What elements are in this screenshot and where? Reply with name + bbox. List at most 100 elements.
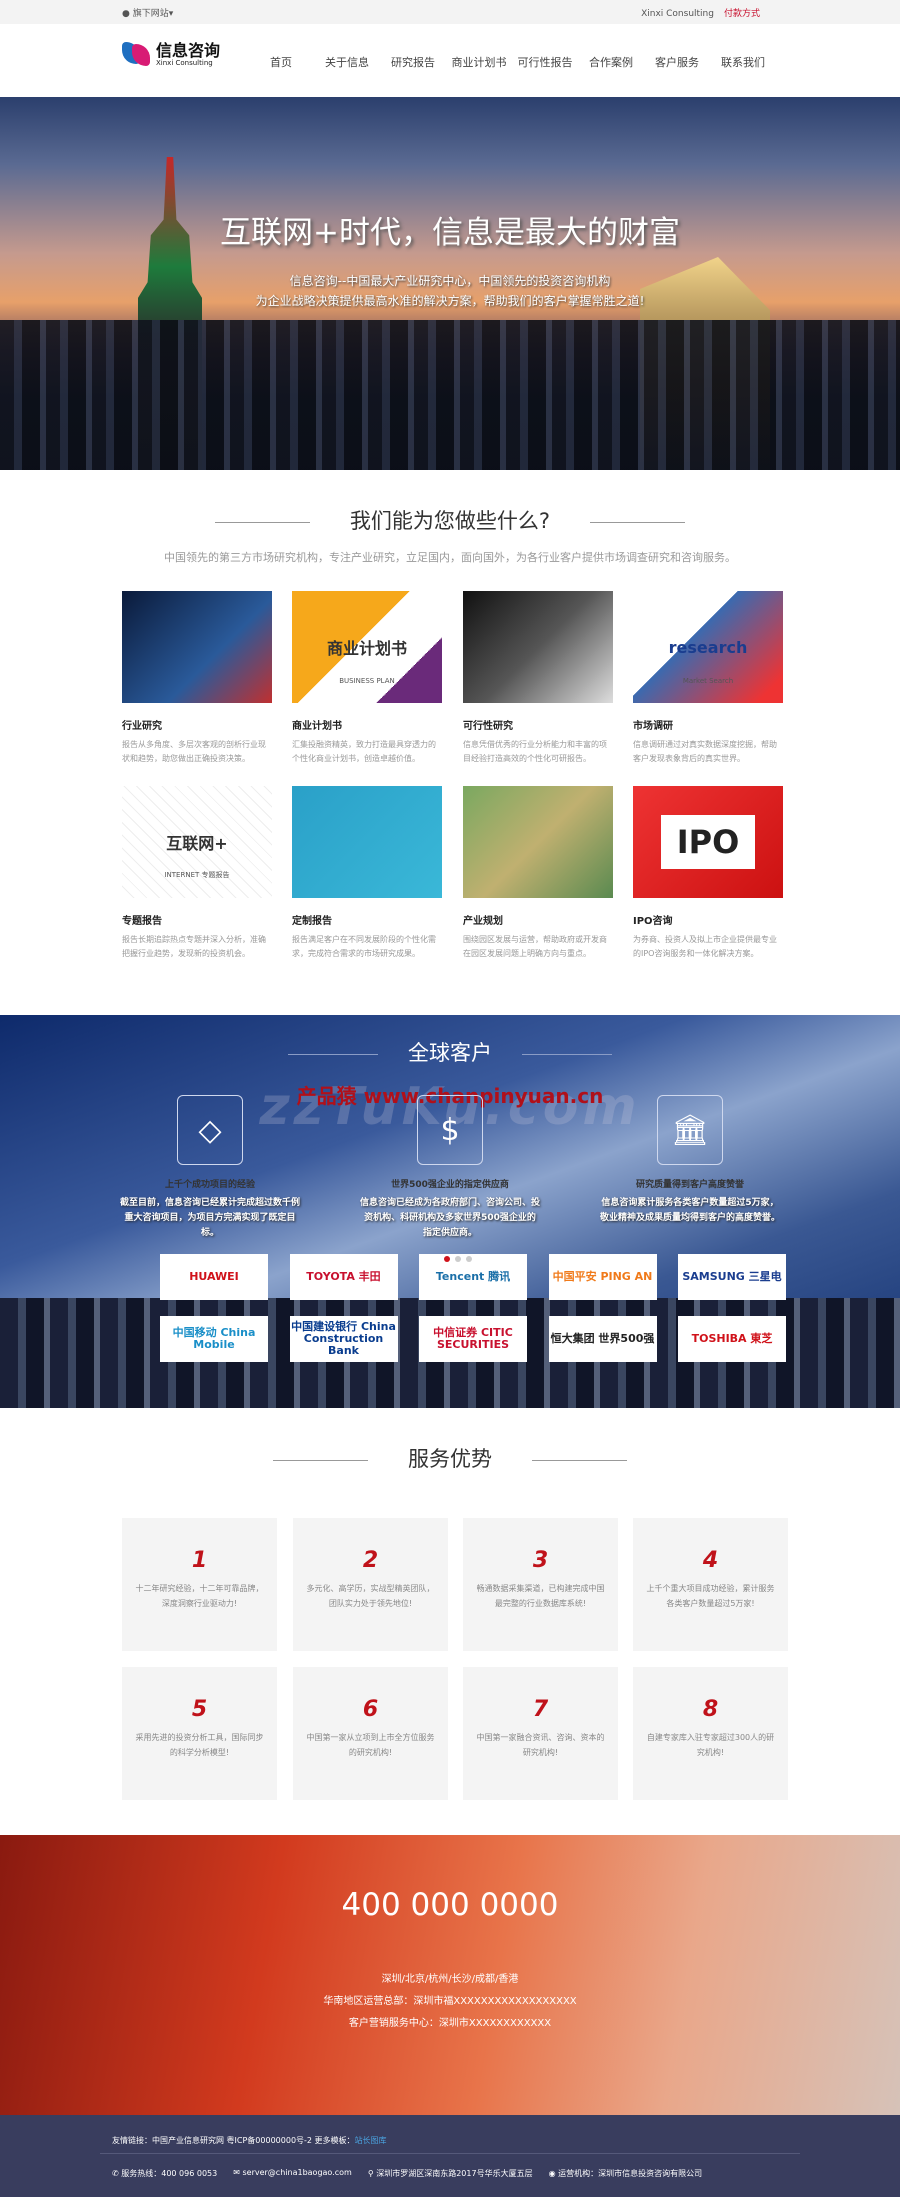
payment-link[interactable]: 付款方式 (724, 9, 760, 19)
friend-links-label: 友情链接：中国产业信息研究网 粤ICP备00000000号-2 更多模板： (112, 2136, 355, 2145)
client-feature: 🏛 研究质量得到客户高度赞誉 信息咨询累计服务各类客户数量超过5万家，敬业精神及成果… (580, 1095, 800, 1226)
hero-banner: 互联网+时代，信息是最大的财富 信息咨询--中国最大产业研究中心，中国领先的投资… (0, 97, 900, 470)
client-logo: Tencent 腾讯 (419, 1254, 527, 1300)
advantage-desc: 自建专家库入驻专家超过300人的研究机构! (646, 1733, 775, 1757)
service-title[interactable]: IPO咨询 (633, 912, 783, 927)
diamond-icon: ◇ (177, 1095, 243, 1165)
advantage-desc: 畅通数据采集渠道，已构建完成中国最完整的行业数据库系统! (476, 1584, 605, 1608)
advantage-number: 7 (532, 1697, 549, 1722)
client-logo: 中国建设银行 China Construction Bank (289, 1316, 398, 1362)
hq-address: 华南地区运营总部：深圳市福XXXXXXXXXXXXXXXXXX (323, 1996, 577, 2007)
brand-en-link[interactable]: Xinxi Consulting (641, 9, 714, 19)
service-desc: 信息凭借优秀的行业分析能力和丰富的项目经验打造高效的个性化可研报告。 (463, 740, 607, 763)
client-logo: HUAWEI (160, 1254, 268, 1300)
carousel-dot[interactable] (466, 1256, 472, 1262)
client-logo: 中国移动 China Mobile (160, 1316, 268, 1362)
sites-dropdown[interactable]: ● 旗下网站▾ (122, 6, 173, 19)
nav-item[interactable]: 客户服务 (644, 54, 710, 70)
client-logo: 中国平安 PING AN (548, 1254, 657, 1300)
advantage-desc: 中国第一家从立项到上市全方位服务的研究机构! (306, 1733, 435, 1757)
service-card[interactable]: 产业规划围绕园区发展与运营，帮助政府或开发商在园区发展问题上明确方向与重点。 (463, 786, 613, 961)
services-subtitle: 中国领先的第三方市场研究机构，专注产业研究，立足国内，面向国外，为各行业客户提供… (164, 551, 736, 564)
service-desc: 围绕园区发展与运营，帮助政府或开发商在园区发展问题上明确方向与重点。 (463, 935, 607, 958)
phone-number: 400 000 0000 (341, 1887, 559, 1923)
services-title: 我们能为您做些什么? (0, 505, 900, 535)
feature-title: 研究质量得到客户高度赞誉 (635, 1180, 744, 1190)
carousel-dot[interactable] (455, 1256, 461, 1262)
client-logo: TOSHIBA 東芝 (678, 1316, 786, 1362)
hero-line-2: 为企业战略决策提供最高水准的解决方案，帮助我们的客户掌握常胜之道! (255, 294, 645, 308)
advantage-card: 1 十二年研究经验，十二年可靠品牌，深度洞察行业驱动力! (122, 1518, 277, 1651)
advantage-number: 1 (191, 1548, 208, 1573)
clients-section: 全球客户 zzTuKu.com 产品猿 www.chanpinyuan.cn ◇… (0, 1015, 900, 1408)
service-title[interactable]: 市场调研 (633, 717, 783, 732)
city-skyline-image (0, 320, 900, 470)
feature-desc: 截至目前，信息咨询已经累计完成超过数千例重大咨询项目，为项目方完满实现了既定目标… (120, 1198, 301, 1238)
service-title[interactable]: 专题报告 (122, 912, 272, 927)
advantage-card: 8 自建专家库入驻专家超过300人的研究机构! (633, 1667, 788, 1800)
service-image: IPO (633, 786, 783, 898)
advantage-number: 8 (702, 1697, 719, 1722)
hero-title: 互联网+时代，信息是最大的财富 (220, 215, 680, 251)
service-image: 商业计划书 BUSINESS PLAN (292, 591, 442, 703)
service-title[interactable]: 定制报告 (292, 912, 442, 927)
service-desc: 为券商、投资人及拟上市企业提供最专业的IPO咨询服务和一体化解决方案。 (633, 935, 777, 958)
client-feature: $ 世界500强企业的指定供应商 信息咨询已经成为各政府部门、咨询公司、投资机构、科… (340, 1095, 560, 1241)
nav-item[interactable]: 商业计划书 (446, 54, 512, 70)
nav-item[interactable]: 首页 (248, 54, 314, 70)
service-card[interactable]: 定制报告 报告满足客户在不同发展阶段的个性化需求，完成符合需求的市场研究成果。 (292, 786, 442, 961)
advantage-card: 6 中国第一家从立项到上市全方位服务的研究机构! (293, 1667, 448, 1800)
mail-icon: ✉ (233, 2168, 240, 2177)
clock-icon: ◉ (548, 2169, 556, 2178)
nav-item[interactable]: 可行性报告 (512, 54, 578, 70)
service-image (292, 786, 442, 898)
service-image (463, 786, 613, 898)
service-image (122, 591, 272, 703)
email-link[interactable]: server@china1baogao.com (242, 2168, 351, 2177)
service-image: research Market Search (633, 591, 783, 703)
advantage-card: 2 多元化、高学历，实战型精英团队，团队实力处于领先地位! (293, 1518, 448, 1651)
service-card[interactable]: 行业研究报告从多角度、多层次客观的剖析行业现状和趋势，助您做出正确投资决策。 (122, 591, 272, 766)
nav-item[interactable]: 联系我们 (710, 54, 776, 70)
header: 信息咨询 Xinxi Consulting 首页 关于信息 研究报告 商业计划书 可行性报… (0, 24, 900, 97)
nav-item[interactable]: 研究报告 (380, 54, 446, 70)
service-image (463, 591, 613, 703)
feature-desc: 信息咨询累计服务各类客户数量超过5万家，敬业精神及成果质量均得到客户的高度赞誉。 (600, 1198, 781, 1223)
service-title[interactable]: 商业计划书 (292, 717, 442, 732)
service-desc: 报告从多角度、多层次客观的剖析行业现状和趋势，助您做出正确投资决策。 (122, 740, 266, 763)
service-desc: 报告长期追踪热点专题并深入分析，准确把握行业趋势，发现新的投资机会。 (122, 935, 266, 958)
client-logo: 恒大集团 世界500强 (548, 1316, 657, 1362)
more-templates-link[interactable]: 站长图库 (355, 2136, 387, 2145)
client-logo: 中信证券 CITIC SECURITIES (419, 1316, 527, 1362)
service-card[interactable]: research Market Search 市场调研 信息调研通过对真实数据深度挖掘… (633, 591, 783, 766)
advantage-desc: 十二年研究经验，十二年可靠品牌，深度洞察行业驱动力! (135, 1584, 264, 1608)
advantage-card: 7 中国第一家融合资讯、咨询、资本的研究机构! (463, 1667, 618, 1800)
clients-title: 全球客户 (0, 1037, 900, 1067)
client-logo-carousel[interactable]: HUAWEI TOYOTA 丰田 Tencent 腾讯 中国平安 PING AN SAM… (160, 1254, 900, 1382)
contact-section: 400 000 0000 深圳/北京/杭州/长沙/成都/香港 华南地区运营总部：… (0, 1835, 900, 2115)
service-title[interactable]: 产业规划 (463, 912, 613, 927)
service-desc: 汇集投融资精英，致力打造最具穿透力的个性化商业计划书，创造卓越价值。 (292, 740, 436, 763)
service-card[interactable]: IPO IPO咨询为券商、投资人及拟上市企业提供最专业的IPO咨询服务和一体化解决… (633, 786, 783, 961)
nav-item[interactable]: 合作案例 (578, 54, 644, 70)
service-card[interactable]: 商业计划书 BUSINESS PLAN 商业计划书汇集投融资精英，致力打造最具穿透力… (292, 591, 442, 766)
service-title[interactable]: 可行性研究 (463, 717, 613, 732)
nav-item[interactable]: 关于信息 (314, 54, 380, 70)
advantage-number: 6 (362, 1697, 379, 1722)
service-image: 互联网+ INTERNET 专题报告 (122, 786, 272, 898)
globe-icon: ● (122, 9, 130, 19)
advantage-card: 4 上千个重大项目成功经验，累计服务各类客户数量超过5万家! (633, 1518, 788, 1651)
footer: 友情链接：中国产业信息研究网 粤ICP备00000000号-2 更多模板：站长图… (0, 2115, 900, 2197)
carousel-dot[interactable] (444, 1256, 450, 1262)
service-card[interactable]: 可行性研究信息凭借优秀的行业分析能力和丰富的项目经验打造高效的个性化可研报告。 (463, 591, 613, 766)
client-logo: TOYOTA 丰田 (289, 1254, 398, 1300)
service-title[interactable]: 行业研究 (122, 717, 272, 732)
advantages-title: 服务优势 (0, 1443, 900, 1473)
logo[interactable]: 信息咨询 Xinxi Consulting (122, 40, 220, 70)
location-icon: ⚲ (367, 2169, 374, 2178)
carousel-dots (444, 1256, 472, 1262)
service-card[interactable]: 互联网+ INTERNET 专题报告专题报告报告长期追踪热点专题并深入分析，准确把… (122, 786, 272, 961)
advantage-desc: 采用先进的投资分析工具，国际同步的科学分析模型! (135, 1733, 264, 1757)
feature-desc: 信息咨询已经成为各政府部门、咨询公司、投资机构、科研机构及多家世界500强企业的… (360, 1198, 541, 1238)
advantage-number: 4 (702, 1548, 719, 1573)
